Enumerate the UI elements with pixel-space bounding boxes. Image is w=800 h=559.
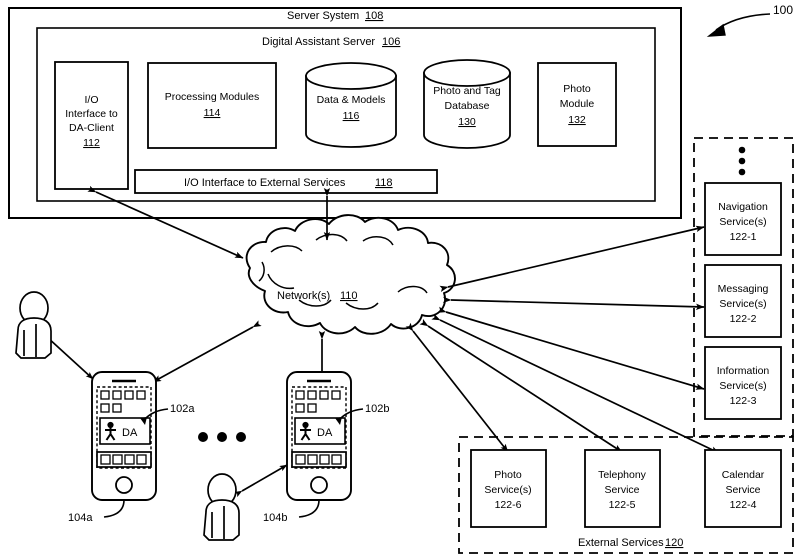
external-services-label: External Services [578, 537, 664, 549]
navigation-service-line-1: Navigation [718, 201, 768, 213]
telephony-service-line-2: Service [604, 484, 639, 496]
information-service-ref: 122-3 [730, 395, 757, 407]
user-left-figure [15, 291, 52, 359]
device-b-device-ref: 104b [263, 512, 287, 524]
device-b-da-ref: 102b [365, 403, 389, 415]
network-label: Network(s) [277, 290, 330, 302]
navigation-service-box[interactable]: Navigation Service(s) 122-1 [704, 182, 782, 256]
photo-module-line-2: Module [560, 98, 595, 110]
device-a-da-label: DA [122, 427, 138, 439]
telephony-service-ref: 122-5 [609, 499, 636, 511]
calendar-service-box[interactable]: Calendar Service 122-4 [704, 449, 782, 528]
device-b-da-label: DA [317, 427, 333, 439]
device-a-da-ref: 102a [170, 403, 195, 415]
io-interface-da-client-line-2: Interface to [65, 108, 118, 120]
server-system-label: Server System [287, 10, 359, 22]
figure-number-label: 100 [773, 3, 793, 17]
io-interface-da-client-line-1: I/O [84, 94, 98, 106]
io-interface-external-services-ref: 118 [375, 177, 393, 189]
device-a-dock [96, 451, 152, 468]
digital-assistant-server-ref: 106 [382, 36, 400, 48]
io-interface-external-services-label: I/O Interface to External Services [184, 177, 346, 189]
information-service-line-2: Service(s) [719, 380, 766, 392]
patent-figure-100: 100 Server System 108 Digital Assistant … [0, 0, 800, 559]
device-b-da-app[interactable]: DA [294, 417, 346, 445]
messaging-service-line-1: Messaging [718, 283, 769, 295]
photo-module-line-1: Photo [563, 83, 591, 95]
data-and-models-cylinder: Data & Models 116 [305, 62, 397, 148]
photo-and-tag-database-cylinder: Photo and Tag Database 130 [423, 59, 511, 149]
messaging-service-ref: 122-2 [730, 313, 757, 325]
io-interface-da-client-ref: 112 [83, 137, 100, 149]
data-and-models-label: Data & Models [317, 94, 386, 106]
io-interface-da-client-line-3: DA-Client [69, 122, 114, 134]
navigation-service-ref: 122-1 [730, 231, 757, 243]
photo-service-line-2: Service(s) [484, 484, 531, 496]
device-b[interactable]: DA [286, 371, 352, 501]
telephony-service-box[interactable]: Telephony Service 122-5 [584, 449, 661, 528]
photo-and-tag-database-line-1: Photo and Tag [433, 85, 501, 97]
photo-module-box: Photo Module 132 [537, 62, 617, 147]
device-b-home-button[interactable] [310, 476, 328, 494]
processing-modules-ref: 114 [204, 107, 221, 119]
server-system-title: Server System 108 [287, 10, 383, 22]
data-and-models-ref: 116 [343, 110, 360, 122]
photo-and-tag-database-line-2: Database [445, 100, 490, 112]
messaging-service-box[interactable]: Messaging Service(s) 122-2 [704, 264, 782, 338]
calendar-service-line-2: Service [725, 484, 760, 496]
devices-ellipsis-icon [198, 432, 246, 442]
device-a-home-button[interactable] [115, 476, 133, 494]
io-interface-da-client-box: I/O Interface to DA-Client 112 [54, 61, 129, 190]
calendar-service-line-1: Calendar [722, 469, 765, 481]
device-a-da-app[interactable]: DA [99, 417, 151, 445]
digital-assistant-server-label: Digital Assistant Server [262, 36, 375, 48]
messaging-service-line-2: Service(s) [719, 298, 766, 310]
diagram-canvas: 100 Server System 108 Digital Assistant … [0, 0, 800, 559]
information-service-box[interactable]: Information Service(s) 122-3 [704, 346, 782, 420]
external-services-ref: 120 [665, 537, 683, 549]
server-system-ref: 108 [365, 10, 383, 22]
io-interface-external-services-box: I/O Interface to External Services 118 [134, 169, 438, 194]
user-center-figure [203, 473, 240, 541]
external-services-column-group: Navigation Service(s) 122-1 Messaging Se… [693, 137, 794, 437]
external-services-ellipsis-icon [738, 146, 746, 176]
photo-and-tag-database-ref: 130 [458, 116, 476, 128]
photo-service-ref: 122-6 [495, 499, 522, 511]
photo-service-line-1: Photo [494, 469, 522, 481]
calendar-service-ref: 122-4 [730, 499, 757, 511]
processing-modules-label: Processing Modules [165, 91, 260, 103]
information-service-line-1: Information [717, 365, 770, 377]
device-a[interactable]: DA [91, 371, 157, 501]
external-services-title: External Services 120 [578, 537, 683, 549]
photo-module-ref: 132 [568, 114, 586, 126]
photo-service-box[interactable]: Photo Service(s) 122-6 [470, 449, 547, 528]
network-ref: 110 [340, 290, 358, 302]
processing-modules-box: Processing Modules 114 [147, 62, 277, 149]
device-a-device-ref: 104a [68, 512, 93, 524]
device-b-dock [291, 451, 347, 468]
telephony-service-line-1: Telephony [598, 469, 647, 481]
navigation-service-line-2: Service(s) [719, 216, 766, 228]
